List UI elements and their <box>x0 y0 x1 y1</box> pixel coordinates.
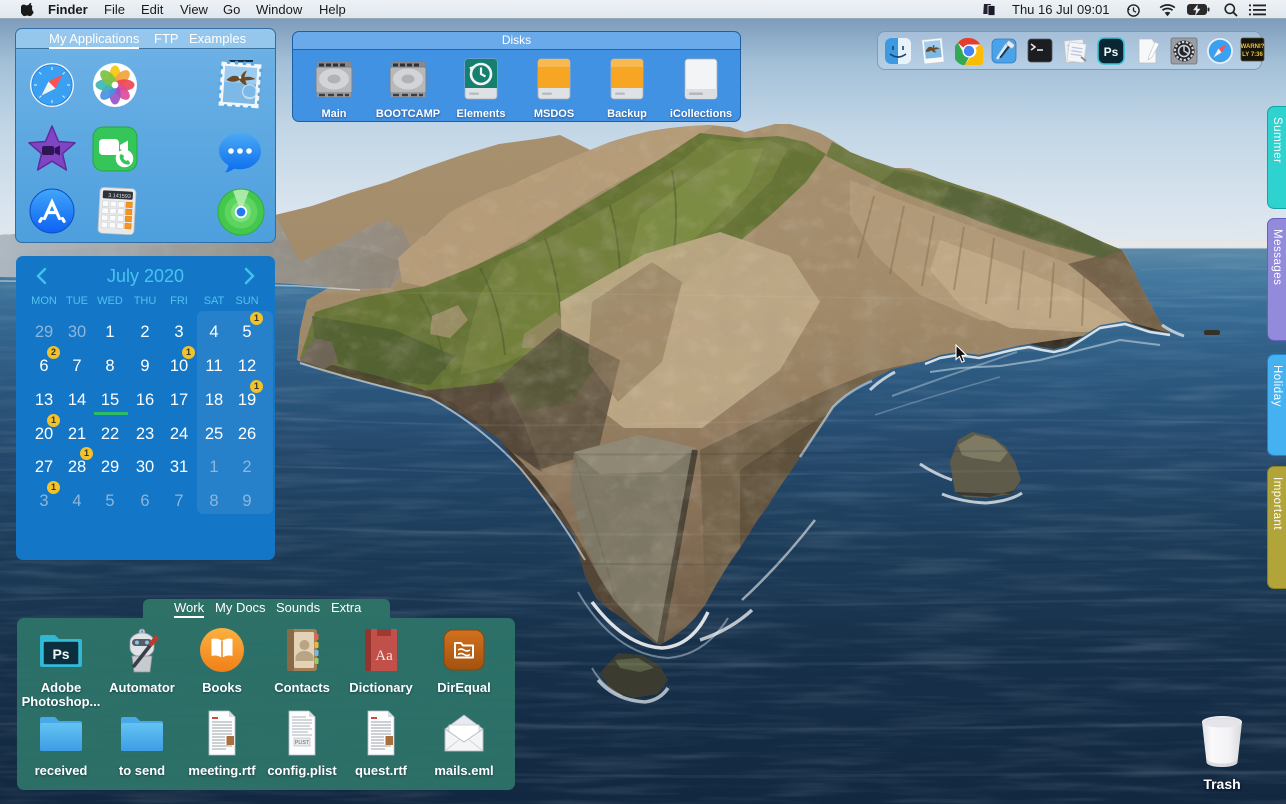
svg-text:3.141593: 3.141593 <box>108 193 131 200</box>
svg-text:Ps: Ps <box>52 646 69 662</box>
svg-text:Aa: Aa <box>375 648 393 664</box>
svg-text:LY 7:36: LY 7:36 <box>1242 52 1263 58</box>
svg-text:PLIST: PLIST <box>295 740 309 746</box>
svg-text:Ps: Ps <box>1104 45 1119 59</box>
svg-text:WARNI?: WARNI? <box>1241 44 1265 50</box>
